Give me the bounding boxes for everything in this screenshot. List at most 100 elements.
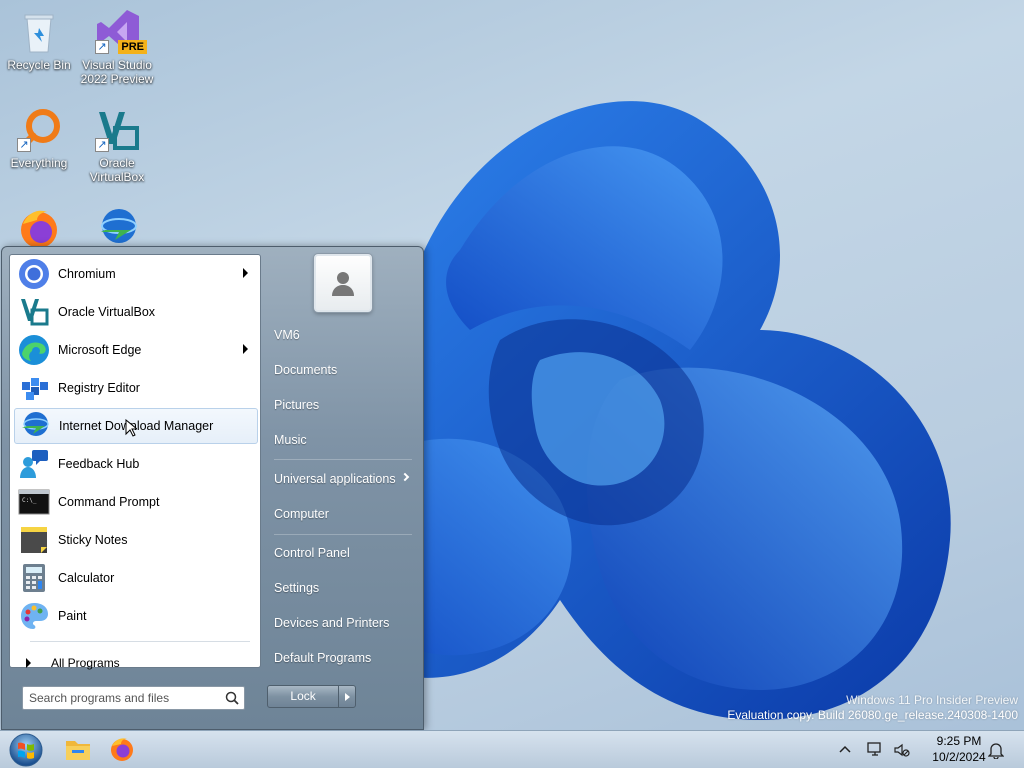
paint-icon bbox=[18, 600, 50, 632]
mouse-cursor-icon bbox=[125, 419, 137, 437]
file-explorer-icon bbox=[66, 741, 90, 760]
right-item-label: Pictures bbox=[274, 398, 320, 412]
idm-icon bbox=[93, 204, 141, 252]
network-icon[interactable] bbox=[866, 741, 884, 759]
right-item-devices-and-printers[interactable]: Devices and Printers bbox=[268, 609, 416, 637]
program-item-microsoft-edge[interactable]: Microsoft Edge bbox=[14, 332, 258, 368]
search-input[interactable] bbox=[29, 688, 219, 708]
registry-editor-icon bbox=[18, 372, 50, 404]
program-item-oracle-virtualbox[interactable]: Oracle VirtualBox bbox=[14, 294, 258, 330]
program-label: Calculator bbox=[58, 571, 115, 585]
lock-button[interactable]: Lock bbox=[268, 686, 340, 707]
right-item-label: VM6 bbox=[274, 328, 300, 342]
watermark-edition: Windows 11 Pro Insider Preview bbox=[846, 693, 1018, 707]
desktop-icon-label: Visual Studio 2022 Preview bbox=[80, 58, 154, 86]
windows-orb-icon bbox=[9, 733, 43, 767]
right-item-label: Settings bbox=[274, 581, 320, 595]
programs-divider bbox=[30, 641, 250, 642]
program-item-command-prompt[interactable]: C:\_ Command Prompt bbox=[14, 484, 258, 520]
right-item-label: Control Panel bbox=[274, 546, 350, 560]
right-item-label: Music bbox=[274, 433, 307, 447]
program-label: Registry Editor bbox=[58, 381, 140, 395]
desktop-icon-virtualbox[interactable]: ↗ Oracle VirtualBox bbox=[78, 106, 156, 184]
taskbar-file-explorer[interactable] bbox=[58, 734, 98, 766]
desktop-icon-recycle-bin[interactable]: Recycle Bin bbox=[0, 8, 78, 72]
program-label: Command Prompt bbox=[58, 495, 160, 509]
desktop-icon-visual-studio[interactable]: PRE ↗ Visual Studio 2022 Preview bbox=[78, 8, 156, 86]
taskbar: 9:25 PM 10/2/2024 bbox=[0, 730, 1024, 768]
program-item-feedback-hub[interactable]: Feedback Hub bbox=[14, 446, 258, 482]
notifications-bell-icon[interactable] bbox=[988, 741, 1004, 759]
chromium-icon bbox=[18, 258, 50, 290]
right-item-settings[interactable]: Settings bbox=[268, 574, 416, 602]
start-button[interactable] bbox=[6, 732, 46, 768]
feedback-hub-icon bbox=[18, 448, 50, 480]
preview-badge: PRE bbox=[118, 40, 147, 54]
firefox-icon bbox=[111, 738, 133, 761]
right-item-label: Universal applications bbox=[274, 472, 396, 486]
shortcut-arrow-icon: ↗ bbox=[95, 40, 109, 54]
clock-date: 10/2/2024 bbox=[932, 750, 986, 764]
edge-icon bbox=[18, 334, 50, 366]
show-hidden-icons-chevron-icon[interactable] bbox=[838, 743, 852, 757]
sticky-notes-icon bbox=[18, 524, 50, 556]
visual-studio-icon: PRE ↗ bbox=[93, 8, 147, 56]
right-item-documents[interactable]: Documents bbox=[268, 356, 416, 384]
clock-time: 9:25 PM bbox=[936, 734, 982, 748]
submenu-arrow-icon bbox=[243, 344, 248, 354]
watermark-build: Evaluation copy. Build 26080.ge_release.… bbox=[727, 708, 1018, 722]
search-icon[interactable] bbox=[225, 691, 239, 705]
right-item-default-programs[interactable]: Default Programs bbox=[268, 644, 416, 672]
search-box[interactable] bbox=[22, 686, 245, 710]
program-item-internet-download-manager[interactable]: Internet Download Manager bbox=[14, 408, 258, 444]
taskbar-firefox[interactable] bbox=[102, 734, 142, 766]
right-item-control-panel[interactable]: Control Panel bbox=[268, 539, 416, 567]
right-item-universal-applications[interactable]: Universal applications bbox=[268, 465, 416, 493]
all-programs-button[interactable]: All Programs bbox=[18, 652, 254, 674]
right-divider bbox=[274, 534, 412, 535]
desktop-icon-label: Recycle Bin bbox=[7, 58, 71, 72]
command-prompt-icon: C:\_ bbox=[18, 486, 50, 518]
programs-pane: Chromium Oracle VirtualBox Microsoft Edg… bbox=[9, 254, 261, 670]
submenu-arrow-icon bbox=[243, 268, 248, 278]
evaluation-watermark: Windows 11 Pro Insider Preview Evaluatio… bbox=[727, 693, 1018, 723]
everything-search-icon: ↗ bbox=[15, 106, 63, 154]
right-item-music[interactable]: Music bbox=[268, 426, 416, 454]
power-options-arrow-button[interactable] bbox=[339, 686, 355, 707]
right-divider bbox=[274, 459, 412, 460]
right-item-label: Default Programs bbox=[274, 651, 372, 665]
desktop-icon-label: Everything bbox=[10, 156, 68, 170]
program-item-calculator[interactable]: Calculator bbox=[14, 560, 258, 596]
desktop-icon-everything[interactable]: ↗ Everything bbox=[0, 106, 78, 170]
right-item-pictures[interactable]: Pictures bbox=[268, 391, 416, 419]
lock-button-group: Lock bbox=[267, 685, 356, 708]
user-avatar[interactable] bbox=[314, 254, 372, 312]
volume-muted-icon[interactable] bbox=[893, 741, 911, 759]
program-label: Sticky Notes bbox=[58, 533, 128, 547]
right-item-user[interactable]: VM6 bbox=[268, 321, 416, 349]
right-item-computer[interactable]: Computer bbox=[268, 500, 416, 528]
program-label: Paint bbox=[58, 609, 87, 623]
shortcut-arrow-icon: ↗ bbox=[95, 138, 109, 152]
desktop-icon-label: Oracle VirtualBox bbox=[89, 156, 145, 184]
program-item-paint[interactable]: Paint bbox=[14, 598, 258, 634]
program-item-registry-editor[interactable]: Registry Editor bbox=[14, 370, 258, 406]
program-label: Oracle VirtualBox bbox=[58, 305, 156, 319]
taskbar-clock[interactable]: 9:25 PM 10/2/2024 bbox=[924, 733, 994, 765]
right-item-label: Devices and Printers bbox=[274, 616, 390, 630]
program-item-chromium[interactable]: Chromium bbox=[14, 256, 258, 292]
start-menu: Chromium Oracle VirtualBox Microsoft Edg… bbox=[1, 246, 424, 730]
calculator-icon bbox=[18, 562, 50, 594]
right-item-label: Computer bbox=[274, 507, 329, 521]
virtualbox-icon: ↗ bbox=[93, 106, 141, 154]
program-label: Chromium bbox=[58, 267, 116, 281]
program-label: Feedback Hub bbox=[58, 457, 140, 471]
all-programs-label: All Programs bbox=[51, 656, 120, 670]
virtualbox-icon bbox=[18, 296, 50, 328]
program-label: Microsoft Edge bbox=[58, 343, 142, 357]
svg-text:C:\_: C:\_ bbox=[22, 497, 37, 504]
expand-arrow-icon bbox=[26, 658, 31, 668]
shortcut-arrow-icon: ↗ bbox=[17, 138, 31, 152]
right-item-label: Documents bbox=[274, 363, 338, 377]
program-item-sticky-notes[interactable]: Sticky Notes bbox=[14, 522, 258, 558]
